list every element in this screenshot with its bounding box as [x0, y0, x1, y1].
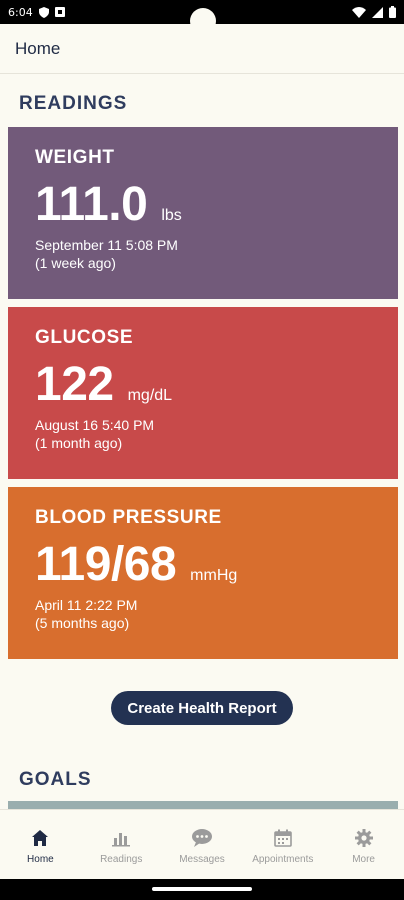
gear-icon — [354, 829, 373, 847]
card-date: September 11 5:08 PM — [35, 237, 178, 253]
gesture-bar — [0, 879, 404, 900]
card-label: BLOOD PRESSURE — [35, 507, 222, 528]
signal-icon — [372, 6, 383, 18]
card-unit: lbs — [161, 207, 182, 224]
goals-section-title: GOALS — [19, 769, 92, 790]
weight-card[interactable]: WEIGHT 111.0 lbs September 11 5:08 PM (1… — [8, 127, 398, 299]
page-title: Home — [15, 38, 61, 58]
home-icon — [32, 830, 49, 846]
nav-label: Messages — [179, 854, 225, 865]
bar-chart-icon — [112, 833, 131, 847]
battery-icon — [389, 6, 396, 18]
card-value: 111.0 — [35, 178, 148, 231]
wifi-icon — [352, 6, 366, 18]
nav-label: Appointments — [252, 854, 314, 865]
card-unit: mmHg — [190, 567, 238, 584]
nav-item-messages[interactable]: Messages — [162, 810, 243, 879]
glucose-card[interactable]: GLUCOSE 122 mg/dL August 16 5:40 PM (1 m… — [8, 307, 398, 479]
blood-pressure-card[interactable]: BLOOD PRESSURE 119/68 mmHg April 11 2:22… — [8, 487, 398, 659]
card-date: April 11 2:22 PM — [35, 597, 138, 613]
nav-label: Home — [27, 854, 54, 865]
nav-item-readings[interactable]: Readings — [81, 810, 162, 879]
bottom-navigation: Home Readings Messages Appointments More — [0, 809, 404, 879]
home-gesture-pill[interactable] — [152, 887, 252, 891]
chat-bubble-icon — [191, 829, 212, 847]
readings-section-title: READINGS — [19, 93, 128, 114]
nav-item-more[interactable]: More — [323, 810, 404, 879]
app-bar: Home — [0, 24, 404, 74]
card-date: August 16 5:40 PM — [35, 417, 155, 433]
goals-card-edge[interactable] — [8, 801, 398, 809]
shield-icon — [38, 6, 49, 18]
card-label: WEIGHT — [35, 147, 115, 168]
nav-item-home[interactable]: Home — [0, 810, 81, 879]
status-time: 6:04 — [8, 5, 33, 19]
card-ago: (1 week ago) — [35, 255, 116, 271]
card-label: GLUCOSE — [35, 327, 134, 348]
card-ago: (5 months ago) — [35, 615, 130, 631]
nav-label: More — [352, 854, 375, 865]
notification-square-icon — [54, 7, 65, 17]
card-value: 122 — [35, 358, 114, 411]
create-health-report-button[interactable]: Create Health Report — [111, 691, 293, 725]
nav-label: Readings — [100, 854, 143, 865]
card-unit: mg/dL — [127, 387, 173, 404]
calendar-icon — [273, 829, 292, 847]
nav-item-appointments[interactable]: Appointments — [242, 810, 323, 879]
card-ago: (1 month ago) — [35, 435, 123, 451]
card-value: 119/68 — [35, 538, 177, 591]
